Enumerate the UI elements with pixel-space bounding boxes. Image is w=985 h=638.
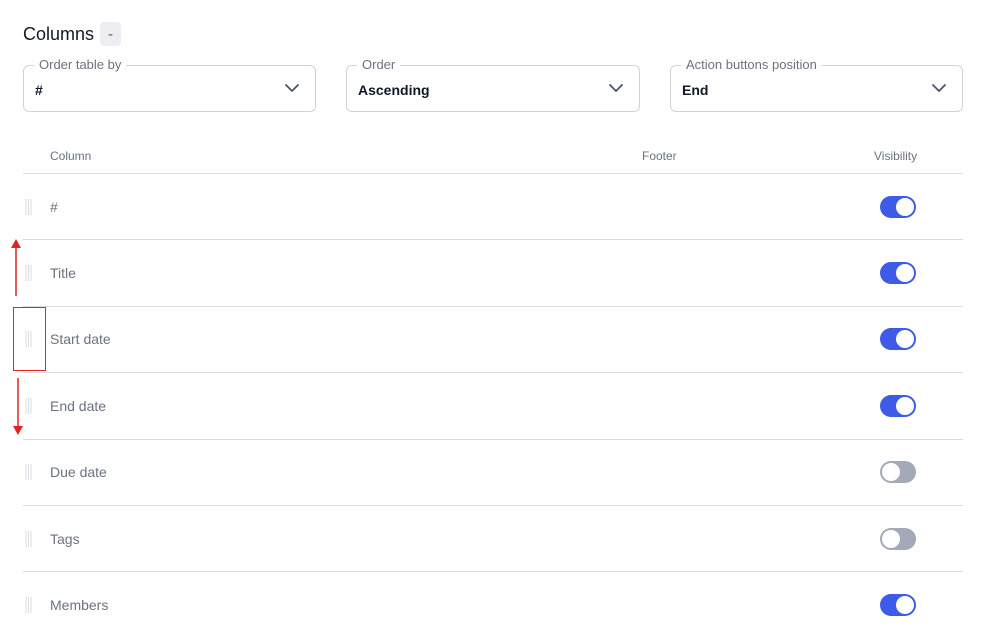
arrow-up-icon [11, 239, 21, 296]
chevron-down-icon [285, 84, 299, 92]
toggle-knob [896, 197, 914, 216]
table-row: # [23, 174, 963, 241]
annotation-highlight-box [13, 307, 46, 371]
toggle-knob [882, 463, 900, 482]
select-label: Order table by [34, 57, 127, 73]
select-value: Ascending [358, 82, 430, 98]
select-value: End [682, 82, 709, 98]
drag-handle-icon[interactable] [25, 531, 32, 547]
select-value: # [35, 82, 43, 98]
visibility-toggle[interactable] [880, 195, 916, 218]
chevron-down-icon [932, 84, 946, 92]
order-table-by-select[interactable]: Order table by # [23, 57, 316, 112]
toggle-knob [896, 596, 914, 615]
toggle-knob [882, 529, 900, 548]
column-name: Tags [50, 530, 80, 547]
chevron-down-icon [609, 84, 623, 92]
table-row: End date [23, 373, 963, 440]
column-name: Title [50, 265, 76, 282]
table-row: Tags [23, 506, 963, 573]
table-row: Title [23, 240, 963, 307]
drag-handle-icon[interactable] [25, 265, 32, 281]
footer-header: Footer [642, 149, 677, 163]
drag-handle-icon[interactable] [25, 199, 32, 215]
table-row: Due date [23, 440, 963, 506]
toggle-knob [896, 396, 914, 415]
section-title: Columns [23, 23, 95, 44]
column-name: Members [50, 597, 109, 614]
table-row: Start date [23, 307, 963, 374]
column-name: End date [50, 397, 107, 414]
visibility-toggle[interactable] [880, 262, 916, 285]
select-label: Action buttons position [681, 57, 822, 73]
action-buttons-position-select[interactable]: Action buttons position End [670, 57, 963, 112]
visibility-toggle[interactable] [880, 594, 916, 617]
columns-settings-panel: Columns - Order table by # Order Ascendi… [0, 0, 985, 638]
toggle-knob [896, 330, 914, 349]
column-name: # [50, 198, 58, 215]
visibility-toggle[interactable] [880, 394, 916, 417]
visibility-toggle[interactable] [880, 328, 916, 351]
toggle-knob [896, 264, 914, 283]
collapse-button[interactable]: - [100, 22, 122, 46]
visibility-header: Visibility [874, 149, 918, 163]
drag-handle-icon[interactable] [25, 464, 32, 480]
drag-handle-icon[interactable] [25, 398, 32, 414]
visibility-toggle[interactable] [880, 527, 916, 550]
columns-header: Columns - [23, 22, 122, 46]
column-name: Due date [50, 464, 107, 481]
order-select[interactable]: Order Ascending [346, 57, 640, 112]
column-name: Start date [50, 331, 111, 348]
visibility-toggle[interactable] [880, 461, 916, 484]
column-header: Column [50, 149, 92, 163]
table-row: Members [23, 572, 963, 638]
select-label: Order [357, 57, 401, 73]
drag-handle-icon[interactable] [25, 597, 32, 613]
